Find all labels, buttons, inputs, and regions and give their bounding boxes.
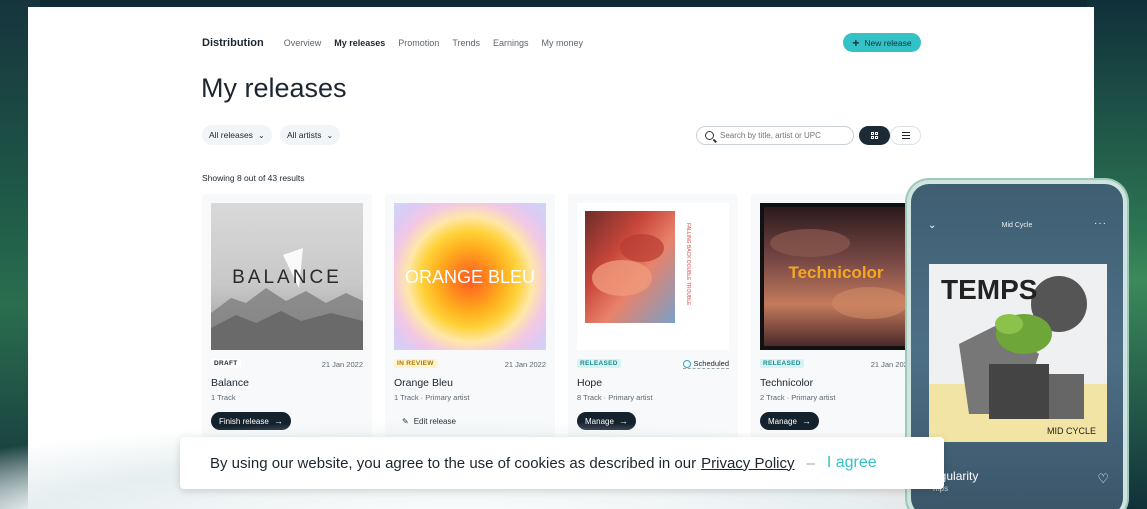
release-title: Orange Bleu <box>394 377 453 389</box>
nav-my-releases[interactable]: My releases <box>334 38 385 48</box>
release-card[interactable]: FALLING BACK DOUBLE TROUBLE RELEASED Sch… <box>568 194 738 444</box>
privacy-policy-link[interactable]: Privacy Policy <box>701 455 794 472</box>
search-input[interactable] <box>720 131 850 140</box>
phone-title: Mid Cycle <box>1001 222 1033 229</box>
clock-icon <box>682 359 691 368</box>
artwork-title: FALLING BACK DOUBLE TROUBLE <box>685 223 691 306</box>
nav-my-money[interactable]: My money <box>542 38 584 48</box>
release-date: 21 Jan 2022 <box>870 360 912 369</box>
filter-label: All releases <box>209 130 253 140</box>
release-date: 21 Jan 2022 <box>321 360 363 369</box>
new-release-button[interactable]: + New release <box>843 33 921 52</box>
separator: – <box>806 454 815 472</box>
release-artwork: Technicolor <box>760 203 912 350</box>
release-card[interactable]: Technicolor RELEASED 21 Jan 2022 Technic… <box>751 194 921 444</box>
new-release-label: New release <box>864 37 912 48</box>
artwork-title: ORANGE BLEU <box>405 267 535 287</box>
release-card[interactable]: ORANGE BLEU IN REVIEW 21 Jan 2022 Orange… <box>385 194 555 444</box>
artwork-title: BALANCE <box>232 267 342 288</box>
heart-icon[interactable]: ♡ <box>1097 471 1109 487</box>
release-title: Hope <box>577 377 603 389</box>
release-title: Balance <box>211 377 249 389</box>
status-badge: IN REVIEW <box>394 359 437 368</box>
scheduled-label: Scheduled <box>693 359 729 368</box>
cookie-text: By using our website, you agree to the u… <box>210 454 697 472</box>
release-artwork: BALANCE <box>211 203 363 350</box>
release-artwork: FALLING BACK DOUBLE TROUBLE <box>577 203 729 350</box>
artwork-title: Technicolor <box>788 263 883 282</box>
release-artwork: ORANGE BLEU <box>394 203 546 350</box>
status-badge: RELEASED <box>760 359 804 368</box>
release-subtitle: 2 Track · Primary artist <box>760 393 836 402</box>
results-count: Showing 8 out of 43 results <box>202 173 305 183</box>
chevron-down-icon: ⌄ <box>326 130 334 140</box>
filter-all-artists[interactable]: All artists ⌄ <box>280 125 341 145</box>
nav-earnings[interactable]: Earnings <box>493 38 529 48</box>
release-date: 21 Jan 2022 <box>504 360 546 369</box>
release-subtitle: 1 Track <box>211 393 236 402</box>
list-view-button[interactable] <box>890 126 921 145</box>
filter-all-releases[interactable]: All releases ⌄ <box>202 125 272 145</box>
phone-artwork: TEMPS MID CYCLE <box>929 264 1107 442</box>
search-icon <box>705 131 714 140</box>
nav-trends[interactable]: Trends <box>452 38 480 48</box>
grid-view-button[interactable] <box>859 126 890 145</box>
grid-icon <box>870 131 879 140</box>
release-subtitle: 8 Track · Primary artist <box>577 393 653 402</box>
filter-label: All artists <box>287 130 322 140</box>
plus-icon: + <box>852 35 860 50</box>
scheduled-status: Scheduled <box>682 359 729 369</box>
status-badge: DRAFT <box>211 359 241 368</box>
top-nav: Distribution Overview My releases Promot… <box>202 35 596 51</box>
release-subtitle: 1 Track · Primary artist <box>394 393 470 402</box>
status-badge: RELEASED <box>577 359 621 368</box>
brand-label[interactable]: Distribution <box>202 37 264 49</box>
artwork-subtitle: MID CYCLE <box>1047 426 1096 436</box>
more-icon[interactable]: ··· <box>1094 218 1107 229</box>
nav-promotion[interactable]: Promotion <box>398 38 439 48</box>
release-card[interactable]: BALANCE DRAFT 21 Jan 2022 Balance 1 Trac… <box>202 194 372 444</box>
list-icon <box>901 132 910 139</box>
cookie-banner: By using our website, you agree to the u… <box>180 437 944 489</box>
artwork-title: TEMPS <box>941 274 1037 305</box>
agree-button[interactable]: I agree <box>827 454 877 472</box>
chevron-down-icon: ⌄ <box>257 130 265 140</box>
release-title: Technicolor <box>760 377 814 389</box>
search-box[interactable] <box>696 126 854 145</box>
nav-overview[interactable]: Overview <box>284 38 322 48</box>
page-title: My releases <box>201 73 347 103</box>
